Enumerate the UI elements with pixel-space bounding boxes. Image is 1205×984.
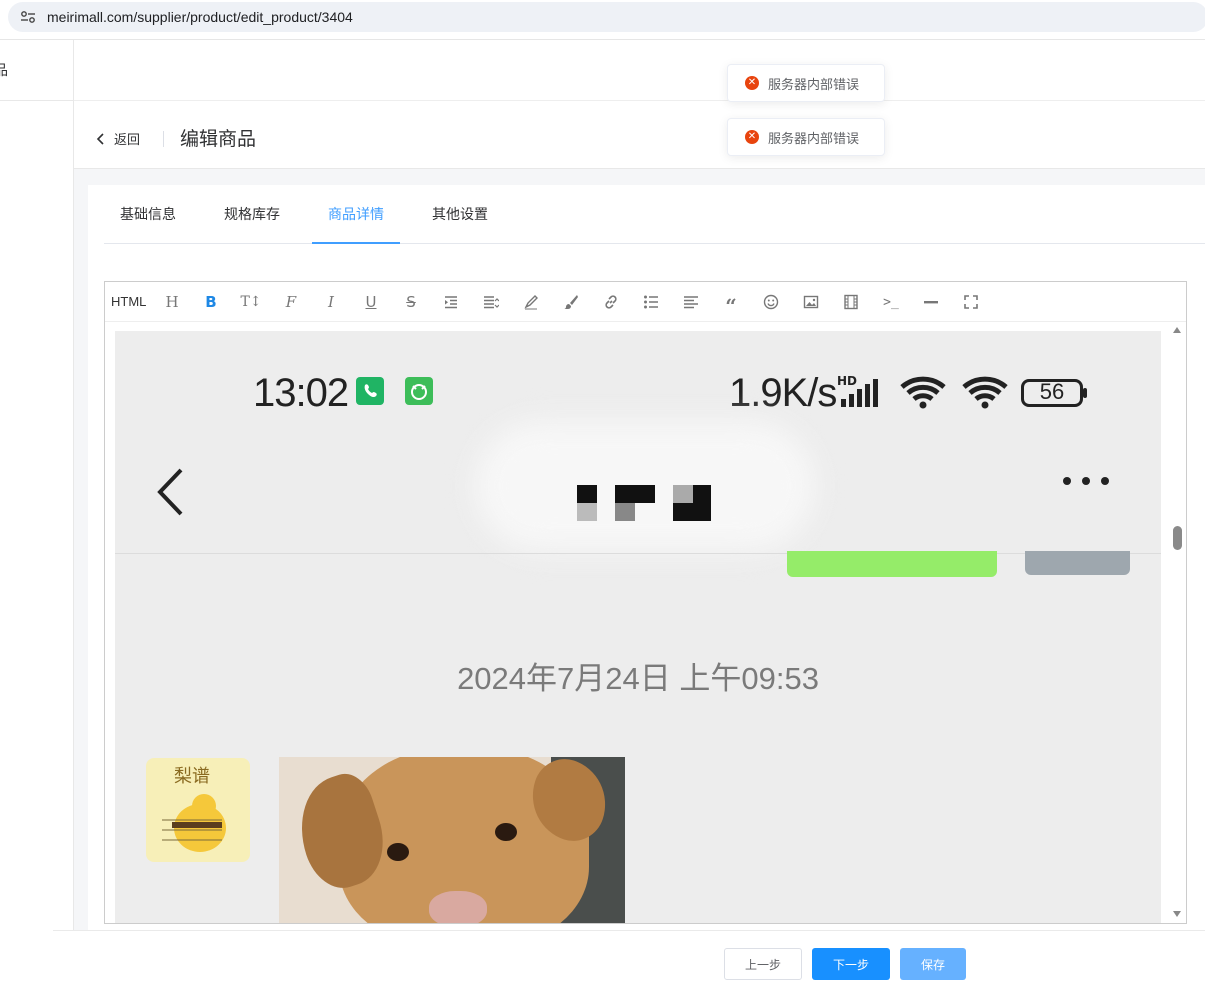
video-icon[interactable] <box>839 290 863 314</box>
sidebar-divider <box>0 100 74 101</box>
page-header: 返回 编辑商品 <box>74 101 1205 169</box>
wifi-secondary-icon <box>962 376 1008 409</box>
code-icon[interactable]: >_ <box>879 290 903 314</box>
rich-text-editor[interactable]: HTML H B T↕ F I U S “ >_ 13:02 1.9K/s HD… <box>104 281 1187 924</box>
scroll-thumb[interactable] <box>1173 526 1182 550</box>
list-icon[interactable] <box>639 290 663 314</box>
chat-timestamp: 2024年7月24日 上午09:53 <box>457 661 819 696</box>
next-step-button[interactable]: 下一步 <box>812 948 890 980</box>
url-text: meirimall.com/supplier/product/edit_prod… <box>47 9 353 25</box>
phone-call-icon <box>356 377 384 405</box>
scroll-down-arrow-icon[interactable] <box>1173 911 1181 917</box>
justify-icon[interactable] <box>679 290 703 314</box>
background-color-icon[interactable] <box>559 290 583 314</box>
previous-step-button[interactable]: 上一步 <box>724 948 802 980</box>
link-icon[interactable] <box>599 290 623 314</box>
tab-bar: 基础信息 规格库存 商品详情 其他设置 <box>104 185 1205 244</box>
pixelated-title-block <box>577 485 711 521</box>
header-separator <box>163 131 164 147</box>
form-card: 基础信息 规格库存 商品详情 其他设置 HTML H B T↕ F I U S <box>88 185 1205 945</box>
site-settings-icon[interactable] <box>20 10 36 24</box>
sidebar: 品 <box>0 40 74 984</box>
browser-address-bar: meirimall.com/supplier/product/edit_prod… <box>0 0 1205 40</box>
chevron-left-icon <box>157 468 183 516</box>
save-button[interactable]: 保存 <box>900 948 966 980</box>
emoticon-icon[interactable] <box>759 290 783 314</box>
battery-cap <box>1083 388 1087 398</box>
strikethrough-icon[interactable]: S <box>399 290 423 314</box>
toast-message: 服务器内部错误 <box>768 131 860 147</box>
underline-icon[interactable]: U <box>359 290 383 314</box>
top-navbar <box>74 40 1205 101</box>
font-color-icon[interactable] <box>519 290 543 314</box>
fullscreen-icon[interactable] <box>959 290 983 314</box>
app-notification-icon <box>405 377 433 405</box>
error-toast: ✕ 服务器内部错误 <box>727 118 885 156</box>
main-content: 返回 编辑商品 基础信息 规格库存 商品详情 其他设置 HTML H B T↕ … <box>74 40 1205 984</box>
divider-icon[interactable] <box>919 290 943 314</box>
italic-icon[interactable]: I <box>319 290 343 314</box>
product-detail-image: 13:02 1.9K/s HD 56 2024年7月24日 上午09:53 梨谱 <box>115 331 1161 923</box>
green-message-bubble <box>787 551 997 577</box>
font-family-icon[interactable]: F <box>279 290 303 314</box>
footer-action-bar: 上一步 下一步 保存 <box>53 930 1205 984</box>
image-message-thumbnail <box>1025 551 1130 575</box>
editor-scrollbar[interactable] <box>1169 323 1186 923</box>
error-icon: ✕ <box>745 76 759 90</box>
active-tab-indicator <box>312 242 400 244</box>
chat-header-divider <box>115 553 1161 554</box>
image-icon[interactable] <box>799 290 823 314</box>
tab-product-detail[interactable]: 商品详情 <box>328 185 384 244</box>
tab-other-settings[interactable]: 其他设置 <box>432 185 488 244</box>
toast-message: 服务器内部错误 <box>768 77 860 93</box>
url-field[interactable]: meirimall.com/supplier/product/edit_prod… <box>8 2 1205 32</box>
tab-spec-stock[interactable]: 规格库存 <box>224 185 280 244</box>
heading-icon[interactable]: H <box>160 290 184 314</box>
back-button[interactable]: 返回 <box>96 129 140 148</box>
tab-basic-info[interactable]: 基础信息 <box>120 185 176 244</box>
battery-level: 56 <box>1039 379 1065 404</box>
html-mode-button[interactable]: HTML <box>111 294 146 309</box>
avatar: 梨谱 <box>146 758 250 862</box>
editor-toolbar: HTML H B T↕ F I U S “ >_ <box>105 282 1186 322</box>
page-title: 编辑商品 <box>180 128 257 150</box>
wifi-icon <box>900 376 946 409</box>
error-icon: ✕ <box>745 130 759 144</box>
phone-network-speed: 1.9K/s <box>729 371 837 415</box>
signal-bars-icon <box>841 379 878 407</box>
phone-status-time: 13:02 <box>253 371 349 415</box>
battery-icon: 56 <box>1021 379 1083 407</box>
scroll-up-arrow-icon[interactable] <box>1173 327 1181 333</box>
sidebar-item-label: 品 <box>0 63 8 79</box>
back-label: 返回 <box>114 133 141 148</box>
sidebar-item-product[interactable]: 品 <box>0 60 74 100</box>
editor-content[interactable]: 13:02 1.9K/s HD 56 2024年7月24日 上午09:53 梨谱 <box>105 323 1186 923</box>
line-height-icon[interactable] <box>479 290 503 314</box>
chevron-left-icon <box>96 132 104 145</box>
error-toast: ✕ 服务器内部错误 <box>727 64 885 102</box>
bold-icon[interactable]: B <box>199 290 223 314</box>
font-size-icon[interactable]: T↕ <box>239 290 263 314</box>
quote-icon[interactable]: “ <box>719 290 743 316</box>
pear-illustration <box>162 794 226 852</box>
dog-photo <box>279 757 625 923</box>
indent-icon[interactable] <box>439 290 463 314</box>
